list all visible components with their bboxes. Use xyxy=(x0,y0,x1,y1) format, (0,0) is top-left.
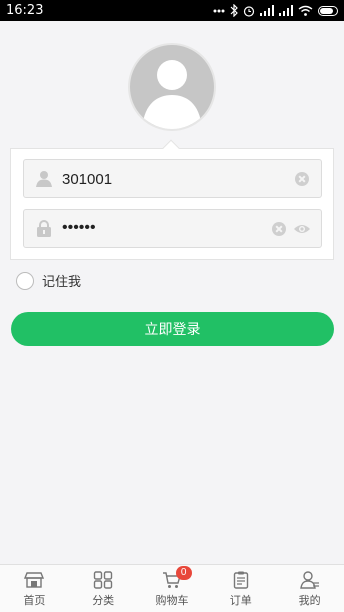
clear-password-icon[interactable] xyxy=(272,222,286,236)
user-icon xyxy=(36,171,52,187)
signal-icon xyxy=(260,5,274,16)
username-value: 301001 xyxy=(62,171,113,188)
tab-home-label: 首页 xyxy=(23,595,46,607)
default-user-avatar-icon xyxy=(142,60,202,129)
password-field[interactable]: •••••• xyxy=(23,209,322,248)
show-password-eye-icon[interactable] xyxy=(293,222,311,236)
tab-cart[interactable]: 0 购物车 xyxy=(138,565,207,612)
status-icons xyxy=(213,2,340,19)
status-bar: 16:23 xyxy=(0,0,344,21)
login-form-card: 301001 •••••• xyxy=(10,148,334,260)
tab-profile[interactable]: 我的 xyxy=(275,565,344,612)
cart-badge: 0 xyxy=(175,566,192,580)
tab-cart-label: 购物车 xyxy=(155,595,189,607)
tab-category[interactable]: 分类 xyxy=(69,565,138,612)
remember-me[interactable]: 记住我 xyxy=(16,271,81,290)
lock-icon xyxy=(37,220,51,237)
profile-icon xyxy=(299,571,319,589)
category-grid-icon xyxy=(93,571,113,589)
login-button[interactable]: 立即登录 xyxy=(11,312,334,346)
avatar xyxy=(128,43,216,131)
more-dots-icon xyxy=(213,9,225,12)
clear-username-icon[interactable] xyxy=(295,172,309,186)
wifi-icon xyxy=(298,5,313,16)
remember-me-label: 记住我 xyxy=(42,274,82,289)
order-clipboard-icon xyxy=(233,571,248,589)
bluetooth-icon xyxy=(230,4,238,17)
alarm-icon xyxy=(243,5,255,17)
tab-orders[interactable]: 订单 xyxy=(206,565,275,612)
tab-category-label: 分类 xyxy=(92,595,115,607)
home-icon xyxy=(24,572,45,588)
remember-me-radio[interactable] xyxy=(16,271,34,290)
tab-home[interactable]: 首页 xyxy=(0,565,69,612)
password-value: •••••• xyxy=(62,219,96,236)
battery-icon xyxy=(318,5,338,16)
tab-profile-label: 我的 xyxy=(298,595,321,607)
tab-orders-label: 订单 xyxy=(229,595,252,607)
status-time: 16:23 xyxy=(6,3,44,18)
username-field[interactable]: 301001 xyxy=(23,159,322,198)
signal-hd-icon xyxy=(279,5,293,16)
bottom-tab-bar: 首页 分类 0 购物车 订单 我的 xyxy=(0,564,344,612)
